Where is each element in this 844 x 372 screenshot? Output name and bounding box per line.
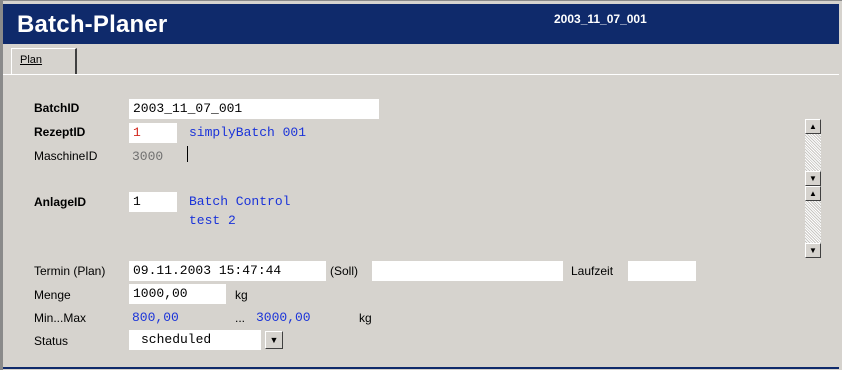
termin-plan-field[interactable]: 09.11.2003 15:47:44 <box>129 261 326 281</box>
plan-panel: BatchID 2003_11_07_001 RezeptID 1 simply… <box>3 75 839 367</box>
scroll-up-button-2[interactable]: ▲ <box>805 186 821 201</box>
min-value: 800,00 <box>132 310 179 325</box>
maschine-id-value: 3000 <box>132 149 164 164</box>
batch-id-label: BatchID <box>34 101 80 115</box>
batch-id-field[interactable]: 2003_11_07_001 <box>129 99 379 119</box>
laufzeit-label: Laufzeit <box>571 264 614 278</box>
status-dropdown-button[interactable]: ▼ <box>265 331 283 349</box>
chevron-down-icon: ▼ <box>269 335 279 345</box>
menge-label: Menge <box>34 288 71 302</box>
scroll-up-icon: ▲ <box>809 122 817 131</box>
range-separator: ... <box>235 311 246 325</box>
status-select[interactable]: scheduled <box>129 330 261 350</box>
laufzeit-field[interactable] <box>628 261 696 281</box>
tab-plan[interactable]: Plan <box>11 48 77 74</box>
app-title: Batch-Planer <box>17 11 168 38</box>
soll-label: (Soll) <box>330 264 359 278</box>
anlage-id-label: AnlageID <box>34 195 87 209</box>
termin-soll-field[interactable] <box>372 261 563 281</box>
scroll-down-icon: ▼ <box>809 246 817 255</box>
minmax-unit: kg <box>359 311 372 325</box>
max-value: 3000,00 <box>256 310 311 325</box>
header-batch-id: 2003_11_07_001 <box>554 12 647 26</box>
rezept-name: simplyBatch 001 <box>189 125 307 140</box>
text-cursor <box>187 146 188 162</box>
status-label: Status <box>34 334 69 348</box>
scroll-track-1[interactable] <box>805 134 821 171</box>
scroll-up-button-1[interactable]: ▲ <box>805 119 821 134</box>
anlage-id-field[interactable]: 1 <box>129 192 177 212</box>
title-bar: Batch-Planer 2003_11_07_001 <box>3 4 839 44</box>
bottom-edge <box>3 367 839 369</box>
menge-field[interactable]: 1000,00 <box>129 284 226 304</box>
menge-unit: kg <box>235 288 248 302</box>
scroll-track-2[interactable] <box>805 201 821 243</box>
tab-plan-label: Plan <box>20 54 43 66</box>
rezept-id-field[interactable]: 1 <box>129 123 177 143</box>
scroll-down-icon: ▼ <box>809 174 817 183</box>
minmax-label: Min...Max <box>34 311 87 325</box>
anlage-name-line2: test 2 <box>189 213 236 228</box>
tab-strip: Plan <box>3 44 839 75</box>
rezept-id-label: RezeptID <box>34 125 86 139</box>
scroll-down-button-1[interactable]: ▼ <box>805 171 821 186</box>
termin-label: Termin (Plan) <box>34 264 106 278</box>
scroll-down-button-2[interactable]: ▼ <box>805 243 821 258</box>
scroll-up-icon: ▲ <box>809 189 817 198</box>
maschine-id-label: MaschineID <box>34 149 98 163</box>
anlage-name-line1: Batch Control <box>189 194 291 209</box>
